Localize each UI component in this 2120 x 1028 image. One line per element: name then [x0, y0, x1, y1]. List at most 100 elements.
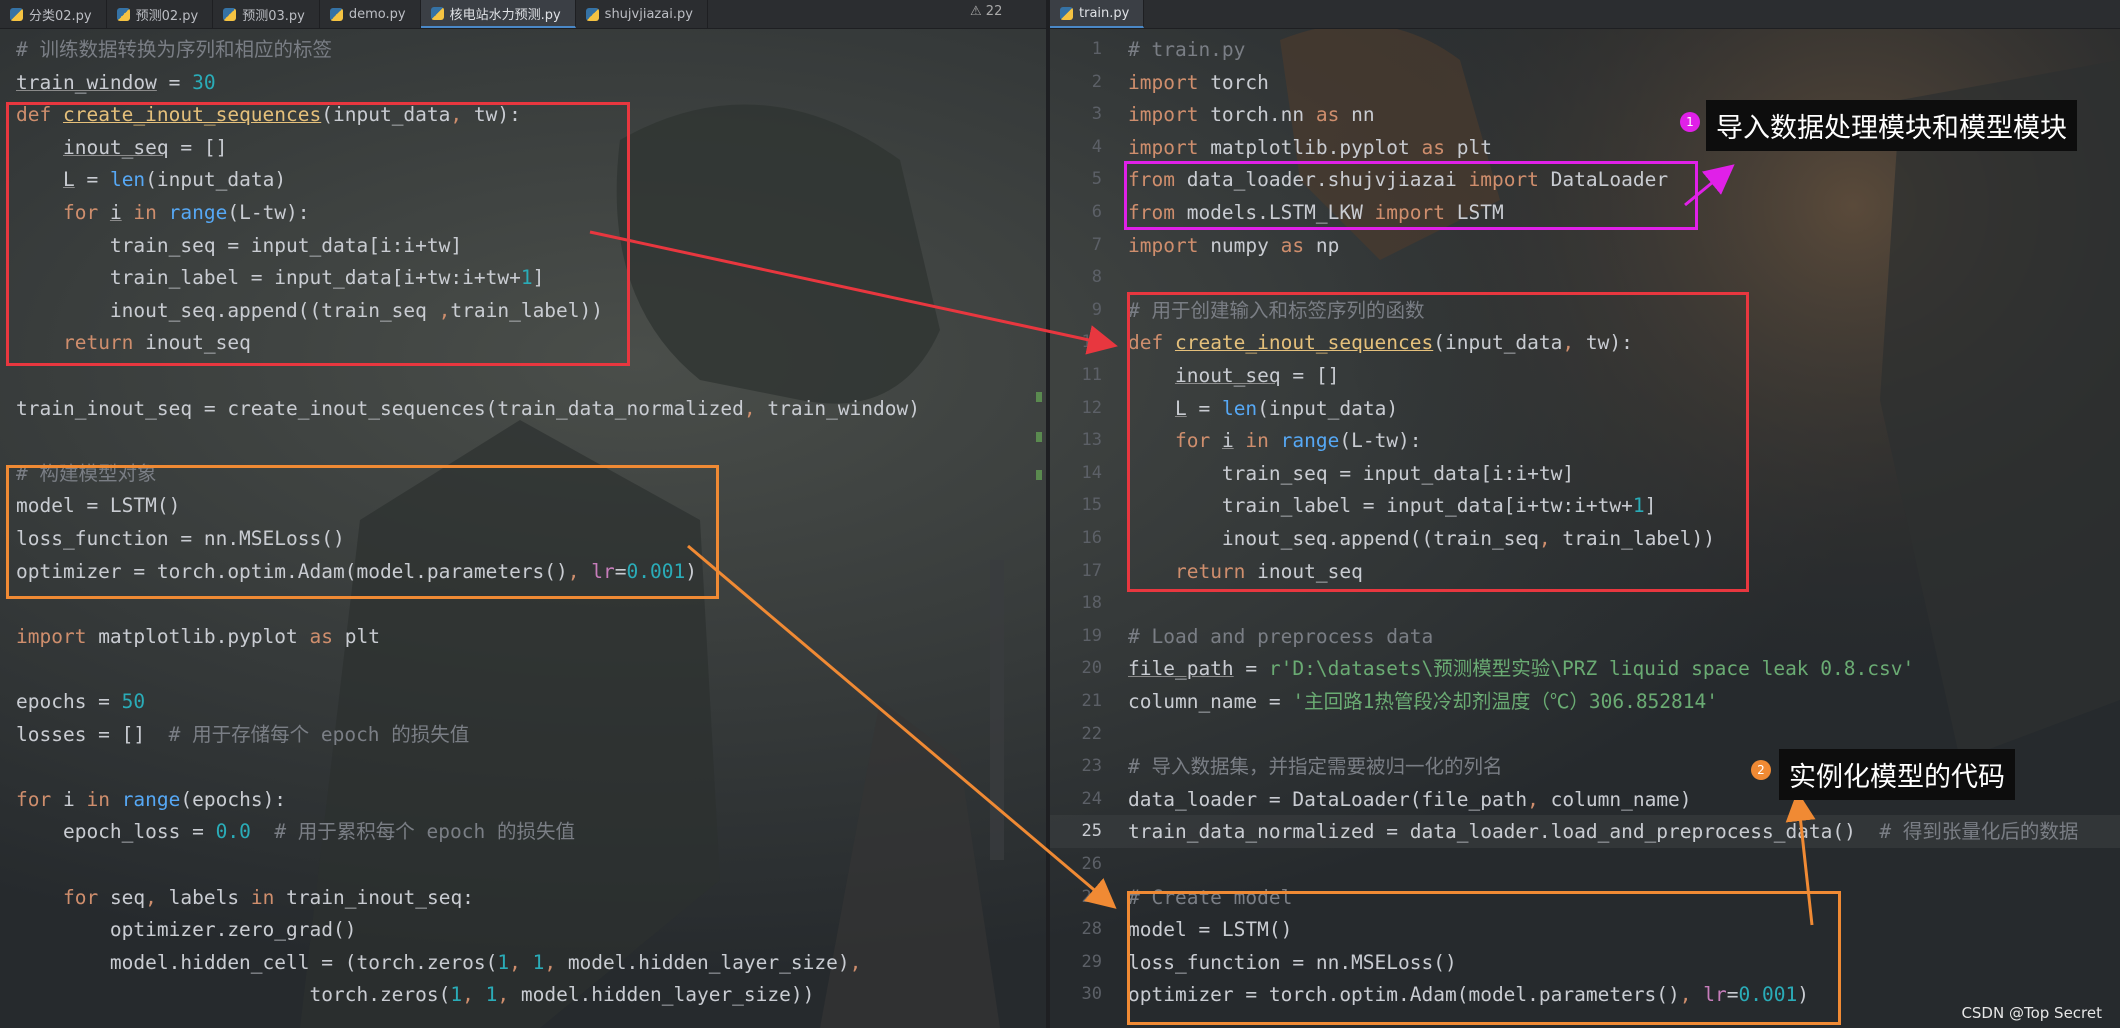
code-token: import — [1128, 135, 1211, 159]
code-line[interactable]: optimizer.zero_grad() — [16, 913, 357, 946]
code-line[interactable]: column_name = '主回路1热管段冷却剂温度（℃）306.852814… — [1128, 685, 1718, 718]
code-token: model = LSTM() — [1128, 918, 1293, 942]
line-number: 13 — [1081, 430, 1102, 451]
code-line[interactable]: losses = [] # 用于存储每个 epoch 的损失值 — [16, 718, 469, 751]
line-number: 28 — [1081, 919, 1102, 940]
line-number: 24 — [1081, 788, 1102, 809]
code-line[interactable]: for seq, labels in train_inout_seq: — [16, 881, 474, 914]
code-line[interactable]: model = LSTM() — [1128, 913, 1292, 946]
code-token: lr — [1703, 983, 1727, 1007]
code-line[interactable]: loss_function = nn.MSELoss() — [1128, 946, 1457, 979]
code-line[interactable]: # 导入数据集，并指定需要被归一化的列名 — [1128, 750, 1502, 783]
tab-03-py[interactable]: 预测03.py — [213, 0, 320, 28]
code-line[interactable]: inout_seq = [] — [1128, 359, 1339, 392]
code-line[interactable]: import numpy as np — [1128, 229, 1339, 262]
left-editor-pane[interactable]: # 训练数据转换为序列和相应的标签 train_window = 30 def cr… — [0, 30, 1046, 1028]
tab-label: 分类02.py — [29, 8, 92, 24]
line-number: 20 — [1081, 658, 1102, 679]
code-line[interactable]: for i in range(L-tw): — [1128, 424, 1422, 457]
code-line[interactable]: data_loader = DataLoader(file_path, colu… — [1128, 783, 1692, 816]
code-line[interactable]: for i in range(L-tw): — [16, 196, 310, 229]
code-token: 50 — [121, 690, 146, 713]
code-line[interactable]: # 用于创建输入和标签序列的函数 — [1128, 294, 1424, 327]
code-line[interactable]: L = len(input_data) — [1128, 392, 1398, 425]
code-line[interactable]: train_window = 30 — [16, 66, 216, 99]
code-token: i — [1221, 429, 1234, 453]
code-token: import — [1128, 103, 1211, 127]
code-token: nn — [1351, 103, 1375, 127]
editor-splitter[interactable] — [1046, 0, 1050, 1028]
code-line[interactable]: # Load and preprocess data — [1128, 620, 1433, 653]
code-token: inout_seq.append((train_seq — [16, 298, 439, 322]
code-line[interactable]: train_inout_seq = create_inout_sequences… — [16, 392, 920, 425]
tab-shujvjiazai-py[interactable]: shujvjiazai.py — [576, 0, 708, 28]
code-line[interactable]: loss_function = nn.MSELoss() — [16, 522, 345, 555]
tab-py[interactable]: 核电站水力预测.py — [420, 0, 576, 28]
code-token: train_label)) — [1562, 527, 1716, 550]
tab-02-py[interactable]: 预测02.py — [107, 0, 214, 28]
code-line[interactable]: epoch_loss = 0.0 # 用于累积每个 epoch 的损失值 — [16, 815, 575, 848]
code-line[interactable]: model = LSTM() — [16, 489, 180, 522]
code-token: , — [849, 950, 862, 974]
code-line[interactable]: file_path = r'D:\datasets\预测模型实验\PRZ liq… — [1128, 652, 1914, 685]
code-line[interactable]: for i in range(epochs): — [16, 783, 286, 816]
line-number-gutter: 1 2 3 4 5 6 7 8 9 10 11 12 13 14 15 16 17 18 19 20 21 22 23 24 2… — [1050, 30, 1114, 1028]
code-line[interactable]: import matplotlib.pyplot as plt — [16, 620, 380, 653]
code-token: import — [1128, 70, 1211, 94]
code-line[interactable]: def create_inout_sequences(input_data, t… — [16, 98, 521, 131]
code-line[interactable]: train_seq = input_data[i:i+tw] — [1128, 457, 1574, 490]
code-line[interactable]: # Create model — [1128, 881, 1292, 914]
code-token: data_loader = DataLoader(file_path — [1128, 787, 1528, 811]
code-token: labels — [168, 885, 251, 909]
code-line[interactable]: model.hidden_cell = (torch.zeros(1, 1, m… — [16, 946, 861, 979]
code-token: (epochs): — [180, 787, 287, 811]
line-number: 9 — [1091, 299, 1102, 320]
code-token: len — [109, 168, 146, 192]
code-line[interactable]: import torch — [1128, 66, 1269, 99]
code-token: = [] — [168, 135, 228, 159]
code-line[interactable]: inout_seq = [] — [16, 131, 227, 164]
code-line[interactable]: inout_seq.append((train_seq, train_label… — [1128, 522, 1715, 555]
code-token: loss_function = nn.MSELoss() — [16, 527, 345, 550]
tab-demo-py[interactable]: demo.py — [320, 0, 421, 28]
code-token: , — [450, 103, 474, 127]
code-line[interactable]: optimizer = torch.optim.Adam(model.param… — [1128, 978, 1809, 1011]
code-line[interactable]: from models.LSTM_LKW import LSTM — [1128, 196, 1504, 229]
code-line[interactable]: train_data_normalized = data_loader.load… — [1128, 815, 2078, 848]
code-line[interactable]: return inout_seq — [16, 326, 251, 359]
code-line[interactable]: import torch.nn as nn — [1128, 98, 1375, 131]
code-line[interactable]: def create_inout_sequences(input_data, t… — [1128, 326, 1633, 359]
code-line[interactable]: optimizer = torch.optim.Adam(model.param… — [16, 555, 697, 588]
code-token: train_seq = input_data[i:i+tw] — [1128, 461, 1575, 485]
code-line[interactable]: # 训练数据转换为序列和相应的标签 — [16, 33, 332, 66]
code-line[interactable]: from data_loader.shujvjiazai import Data… — [1128, 163, 1668, 196]
code-token: return — [62, 331, 146, 355]
code-line[interactable]: train_label = input_data[i+tw:i+tw+1] — [1128, 489, 1656, 522]
code-line[interactable]: L = len(input_data) — [16, 163, 286, 196]
code-token: def — [16, 103, 63, 127]
code-line[interactable]: return inout_seq — [1128, 555, 1363, 588]
code-token: 1 — [1632, 494, 1645, 518]
code-line[interactable]: train_label = input_data[i+tw:i+tw+1] — [16, 261, 544, 294]
left-editor-tabbar: 分类02.py 预测02.py 预测03.py demo.py 核电站水力预测.py sh… — [0, 0, 1046, 29]
code-line[interactable]: import matplotlib.pyplot as plt — [1128, 131, 1492, 164]
code-token: torch.nn — [1210, 103, 1316, 127]
python-file-icon — [585, 7, 599, 21]
right-editor-pane[interactable]: 1 2 3 4 5 6 7 8 9 10 11 12 13 14 15 16 17 18 19 20 21 22 23 24 2… — [1050, 30, 2120, 1028]
code-line[interactable]: epochs = 50 — [16, 685, 145, 718]
line-number: 22 — [1081, 723, 1102, 744]
warning-indicator[interactable]: ⚠ 22 — [970, 4, 1002, 19]
code-line[interactable]: # 构建模型对象 — [16, 457, 156, 490]
code-line[interactable]: torch.zeros(1, 1, model.hidden_layer_siz… — [16, 978, 814, 1011]
tab-train-py[interactable]: train.py — [1050, 0, 1145, 28]
tab-02-py[interactable]: 分类02.py — [0, 0, 107, 28]
code-token: = — [1726, 983, 1739, 1007]
code-line[interactable]: # train.py — [1128, 33, 1245, 66]
code-line[interactable]: train_seq = input_data[i:i+tw] — [16, 229, 462, 262]
code-token: in — [86, 787, 122, 811]
code-token: import — [1468, 168, 1551, 192]
python-file-icon — [116, 7, 130, 21]
code-line[interactable]: inout_seq.append((train_seq ,train_label… — [16, 294, 603, 327]
